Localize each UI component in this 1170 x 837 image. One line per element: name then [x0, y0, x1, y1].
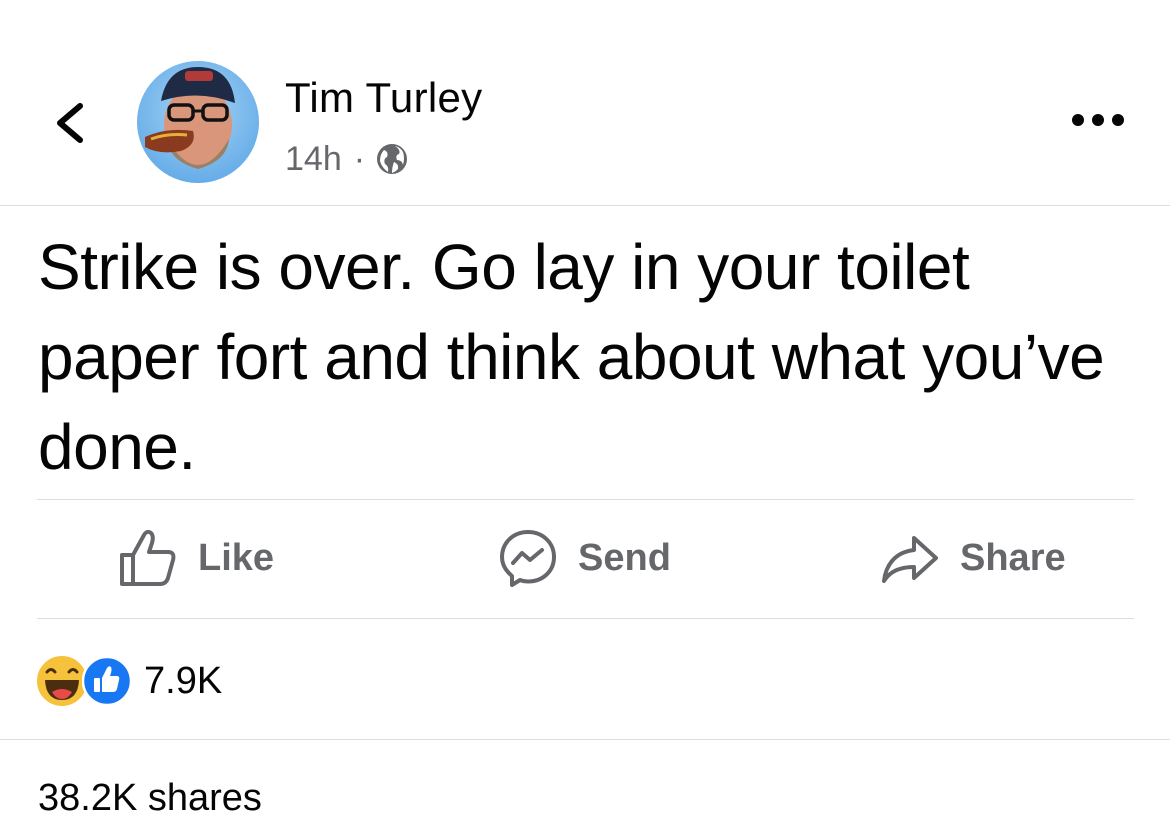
post-text: Strike is over. Go lay in your toilet pa…: [38, 231, 1105, 483]
like-reaction-icon: [82, 656, 132, 706]
chevron-left-icon: [57, 103, 83, 143]
reactions-summary[interactable]: 7.9K: [34, 652, 222, 710]
globe-icon[interactable]: [375, 142, 409, 176]
action-bar: Like Send Share: [0, 500, 1170, 618]
reaction-count: 7.9K: [144, 659, 223, 702]
more-horizontal-icon: [1072, 114, 1124, 126]
like-label: Like: [198, 536, 275, 579]
send-button[interactable]: Send: [498, 522, 671, 594]
header-divider: [0, 205, 1170, 206]
share-arrow-icon: [882, 536, 938, 583]
author-photo: [137, 61, 259, 183]
avatar[interactable]: [137, 61, 259, 183]
actions-divider: [37, 618, 1134, 619]
reactions-divider: [0, 739, 1170, 740]
more-options-button[interactable]: [1068, 108, 1128, 132]
shares-count[interactable]: 38.2K shares: [38, 777, 262, 820]
post-meta: 14h ·: [285, 138, 409, 180]
share-label: Share: [960, 536, 1066, 579]
share-button[interactable]: Share: [880, 522, 1066, 594]
like-button[interactable]: Like: [118, 522, 274, 594]
meta-separator: ·: [353, 139, 366, 178]
messenger-icon: [500, 530, 556, 587]
author-name[interactable]: Tim Turley: [285, 74, 482, 122]
send-label: Send: [578, 536, 671, 579]
reaction-icons: [34, 652, 134, 710]
post-time[interactable]: 14h: [285, 140, 342, 179]
back-button[interactable]: [48, 96, 92, 150]
thumbs-up-icon: [120, 529, 176, 586]
post-header: Tim Turley 14h ·: [0, 0, 1170, 206]
